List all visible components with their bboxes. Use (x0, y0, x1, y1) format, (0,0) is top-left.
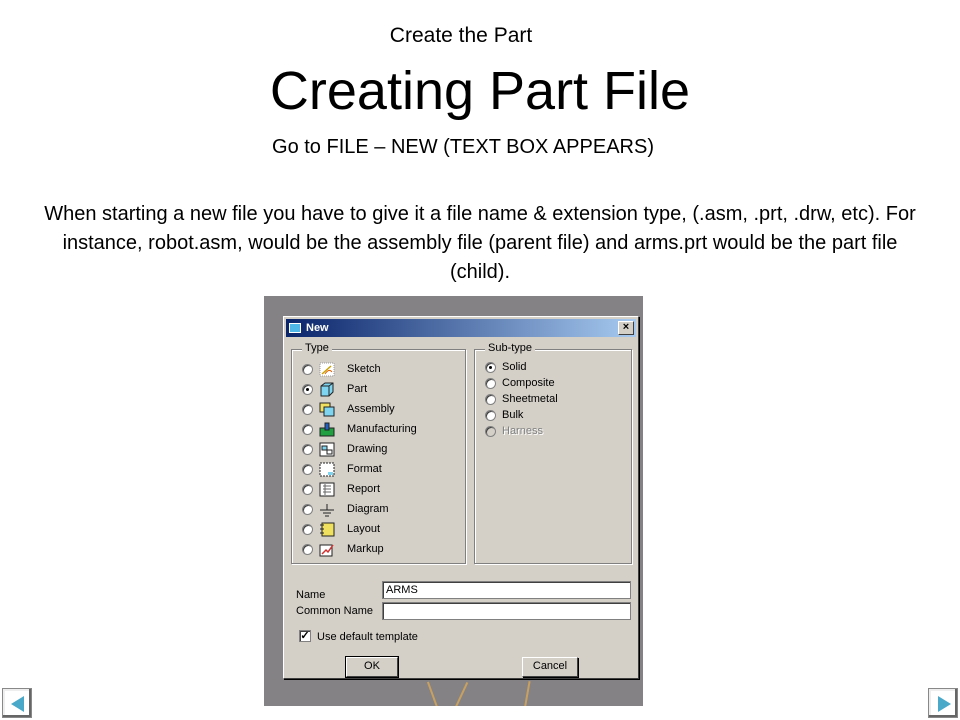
radio-button[interactable] (302, 503, 313, 515)
type-group: Type Sketch Part Assembly Manufacturing (291, 342, 466, 564)
type-option-label: Layout (347, 523, 381, 535)
type-option-label: Markup (347, 543, 384, 555)
type-group-label: Type (302, 342, 332, 354)
radio-button[interactable] (302, 543, 313, 555)
sketch-icon (319, 362, 335, 377)
type-option-label: Format (347, 463, 382, 475)
background-line (426, 681, 440, 706)
background-line (523, 681, 531, 706)
subtype-group: Sub-type Solid Composite Sheetmetal Bulk… (474, 342, 632, 564)
slide-instruction: Go to FILE – NEW (TEXT BOX APPEARS) (272, 136, 654, 158)
type-option-label: Diagram (347, 503, 389, 515)
new-dialog: New × Type Sketch Part Assembly Manufact… (283, 316, 639, 679)
default-template-label: Use default template (317, 631, 418, 643)
radio-button[interactable] (302, 443, 313, 455)
type-option-diagram[interactable]: Diagram (302, 500, 389, 518)
type-option-label: Sketch (347, 363, 381, 375)
previous-slide-button[interactable] (2, 688, 32, 718)
radio-button[interactable] (485, 409, 496, 421)
name-label: Name (296, 589, 326, 601)
common-name-label: Common Name (296, 605, 374, 617)
type-option-sketch[interactable]: Sketch (302, 360, 381, 378)
name-input[interactable]: ARMS (382, 581, 631, 599)
type-option-label: Drawing (347, 443, 388, 455)
markup-icon (319, 542, 335, 557)
radio-button[interactable] (302, 363, 313, 375)
dialog-titlebar[interactable]: New × (286, 319, 636, 337)
type-option-markup[interactable]: Markup (302, 540, 384, 558)
type-option-label: Manufacturing (347, 423, 417, 435)
type-option-format[interactable]: Format (302, 460, 382, 478)
subtype-option-label: Harness (502, 425, 543, 437)
type-option-layout[interactable]: Layout (302, 520, 380, 538)
radio-button[interactable] (485, 361, 496, 373)
subtype-option-label: Sheetmetal (502, 393, 558, 405)
type-option-label: Assembly (347, 403, 395, 415)
type-option-label: Report (347, 483, 381, 495)
type-option-label: Part (347, 383, 368, 395)
arrow-right-icon (938, 696, 951, 712)
slide-title: Creating Part File (269, 61, 691, 121)
radio-button[interactable] (302, 403, 313, 415)
type-option-manufacturing[interactable]: Manufacturing (302, 420, 417, 438)
dialog-title: New (306, 322, 329, 334)
cancel-button[interactable]: Cancel (522, 657, 578, 677)
close-button[interactable]: × (618, 321, 634, 335)
assembly-icon (319, 402, 335, 417)
next-slide-button[interactable] (928, 688, 958, 718)
radio-button[interactable] (302, 423, 313, 435)
radio-button[interactable] (302, 483, 313, 495)
subtype-option-harness: Harness (485, 422, 543, 440)
type-option-drawing[interactable]: Drawing (302, 440, 387, 458)
type-option-report[interactable]: Report (302, 480, 380, 498)
slide-subtitle: Create the Part (389, 24, 533, 47)
type-option-part[interactable]: Part (302, 380, 367, 398)
part-icon (319, 382, 335, 397)
radio-button[interactable] (485, 393, 496, 405)
layout-icon (319, 522, 335, 537)
subtype-group-label: Sub-type (485, 342, 536, 354)
slide-body: When starting a new file you have to giv… (44, 203, 916, 283)
window-icon (289, 323, 301, 333)
radio-button[interactable] (485, 377, 496, 389)
radio-button[interactable] (302, 463, 313, 475)
dialog-screenshot: New × Type Sketch Part Assembly Manufact… (264, 296, 643, 706)
subtype-option-label: Solid (502, 361, 527, 373)
format-icon (319, 462, 335, 477)
subtype-option-label: Bulk (502, 409, 524, 421)
diagram-icon (319, 502, 335, 517)
common-name-input[interactable] (382, 602, 631, 620)
manufacturing-icon (319, 422, 335, 437)
radio-button (485, 425, 496, 437)
report-icon (319, 482, 335, 497)
type-option-assembly[interactable]: Assembly (302, 400, 395, 418)
ok-button[interactable]: OK (345, 656, 399, 678)
subtype-option-label: Composite (502, 377, 555, 389)
default-template-checkbox[interactable]: ✓ (299, 630, 311, 642)
arrow-left-icon (11, 696, 24, 712)
radio-button[interactable] (302, 523, 313, 535)
radio-button[interactable] (302, 383, 313, 395)
drawing-icon (319, 442, 335, 457)
background-line (453, 681, 469, 706)
